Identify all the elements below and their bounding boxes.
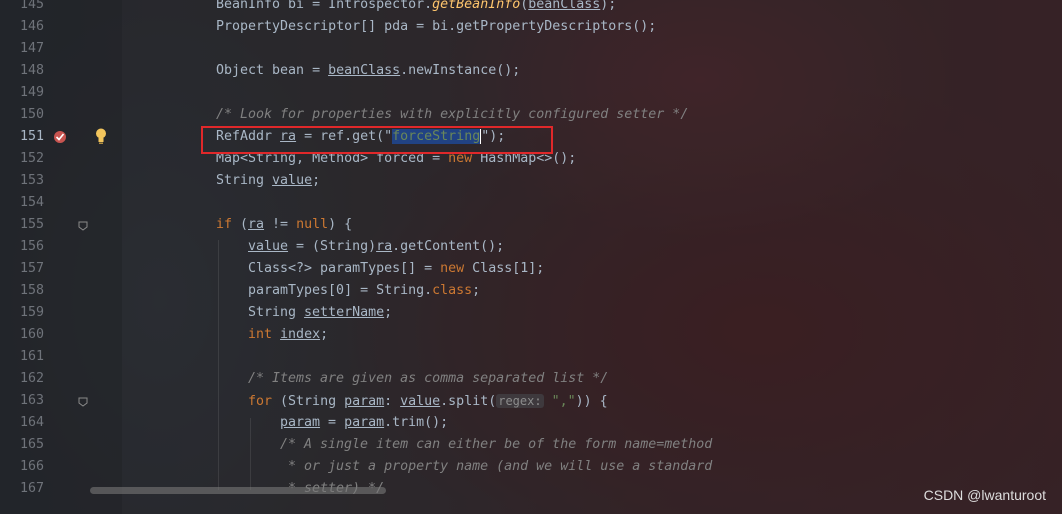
code-field: beanClass <box>528 0 601 12</box>
horizontal-scrollbar[interactable] <box>90 487 386 494</box>
code-variable: index <box>280 327 321 342</box>
line-number: 147 <box>19 41 44 56</box>
code-string: "," <box>551 394 576 409</box>
code-method: getBeanInfo <box>432 0 521 12</box>
code-variable: ra <box>248 217 265 232</box>
code-line-162[interactable]: /* Items are given as comma separated li… <box>248 368 608 390</box>
line-number: 155 <box>19 217 44 232</box>
code-line-164[interactable]: param = param.trim(); <box>280 412 448 434</box>
code-text: ); <box>600 0 617 12</box>
line-number: 165 <box>19 437 44 452</box>
code-text: ; <box>320 327 329 342</box>
code-text: String <box>248 305 305 320</box>
code-text: = <box>320 415 345 430</box>
line-number: 149 <box>19 85 44 100</box>
code-text: ) { <box>328 217 353 232</box>
code-text: ; <box>312 173 321 188</box>
line-number: 156 <box>19 239 44 254</box>
line-number: 160 <box>19 327 44 342</box>
code-variable: value <box>400 394 441 409</box>
code-text: paramTypes[0] = String. <box>248 283 433 298</box>
highlight-box <box>201 126 553 154</box>
code-line-158[interactable]: paramTypes[0] = String.class; <box>248 280 480 302</box>
param-hint: regex: <box>496 394 544 408</box>
code-variable: value <box>272 173 313 188</box>
code-field: beanClass <box>328 63 401 78</box>
code-line-157[interactable]: Class<?> paramTypes[] = new Class[1]; <box>248 258 544 280</box>
code-line-146[interactable]: PropertyDescriptor[] pda = bi.getPropert… <box>216 16 656 38</box>
code-text: != <box>264 217 297 232</box>
code-text: ( <box>232 217 249 232</box>
code-keyword: new <box>440 261 465 276</box>
code-text: .trim(); <box>384 415 449 430</box>
line-number: 162 <box>19 371 44 386</box>
code-keyword: null <box>296 217 329 232</box>
line-number: 167 <box>19 481 44 496</box>
code-line-153[interactable]: String value; <box>216 170 320 192</box>
code-keyword: if <box>216 217 233 232</box>
code-line-156[interactable]: value = (String)ra.getContent(); <box>248 236 504 258</box>
code-line-165[interactable]: /* A single item can either be of the fo… <box>280 434 712 456</box>
code-keyword: for <box>248 394 273 409</box>
line-number: 157 <box>19 261 44 276</box>
line-number: 163 <box>19 393 44 408</box>
code-variable: ra <box>376 239 393 254</box>
line-number: 159 <box>19 305 44 320</box>
code-line-148[interactable]: Object bean = beanClass.newInstance(); <box>216 60 520 82</box>
code-variable: setterName <box>304 305 385 320</box>
code-line-160[interactable]: int index; <box>248 324 328 346</box>
line-number: 154 <box>19 195 44 210</box>
code-text: String <box>216 173 273 188</box>
code-variable: value <box>248 239 289 254</box>
code-variable: param <box>344 415 385 430</box>
code-keyword: class <box>432 283 473 298</box>
code-line-166[interactable]: * or just a property name (and we will u… <box>280 456 712 478</box>
code-text: .getContent(); <box>392 239 505 254</box>
code-text: Class[1]; <box>464 261 545 276</box>
line-number: 148 <box>19 63 44 78</box>
indent-guide <box>218 240 219 490</box>
fold-icon[interactable] <box>78 396 88 407</box>
code-text: BeanInfo bi = Introspector. <box>216 0 433 12</box>
indent-guide <box>250 418 251 490</box>
line-number: 158 <box>19 283 44 298</box>
watermark: CSDN @lwanturoot <box>923 487 1046 503</box>
code-text: Object bean = <box>216 63 329 78</box>
code-text: Class<?> paramTypes[] = <box>248 261 441 276</box>
line-number: 161 <box>19 349 44 364</box>
code-text: .newInstance(); <box>400 63 521 78</box>
line-number: 164 <box>19 415 44 430</box>
line-number: 145 <box>19 0 44 12</box>
breakpoint-icon[interactable] <box>52 129 68 145</box>
code-text: (String <box>272 394 345 409</box>
code-line-159[interactable]: String setterName; <box>248 302 392 324</box>
line-number: 152 <box>19 151 44 166</box>
code-line-150[interactable]: /* Look for properties with explicitly c… <box>216 104 688 126</box>
line-number: 166 <box>19 459 44 474</box>
line-number-current: 151 <box>19 129 44 144</box>
bulb-icon[interactable] <box>94 127 108 145</box>
code-text: ; <box>384 305 393 320</box>
code-variable: param <box>280 415 321 430</box>
code-text: ; <box>472 283 481 298</box>
code-line-163[interactable]: for (String param: value.split(regex: ",… <box>248 390 608 413</box>
code-line-155[interactable]: if (ra != null) { <box>216 214 352 236</box>
fold-icon[interactable] <box>78 220 88 231</box>
code-variable: param <box>344 394 385 409</box>
code-text: .split( <box>440 394 497 409</box>
code-text: = (String) <box>288 239 377 254</box>
code-keyword: int <box>248 327 273 342</box>
line-number: 146 <box>19 19 44 34</box>
line-number: 150 <box>19 107 44 122</box>
code-text: )) { <box>575 394 608 409</box>
code-line-145[interactable]: BeanInfo bi = Introspector.getBeanInfo(b… <box>216 0 616 16</box>
code-text: : <box>384 394 401 409</box>
line-number: 153 <box>19 173 44 188</box>
